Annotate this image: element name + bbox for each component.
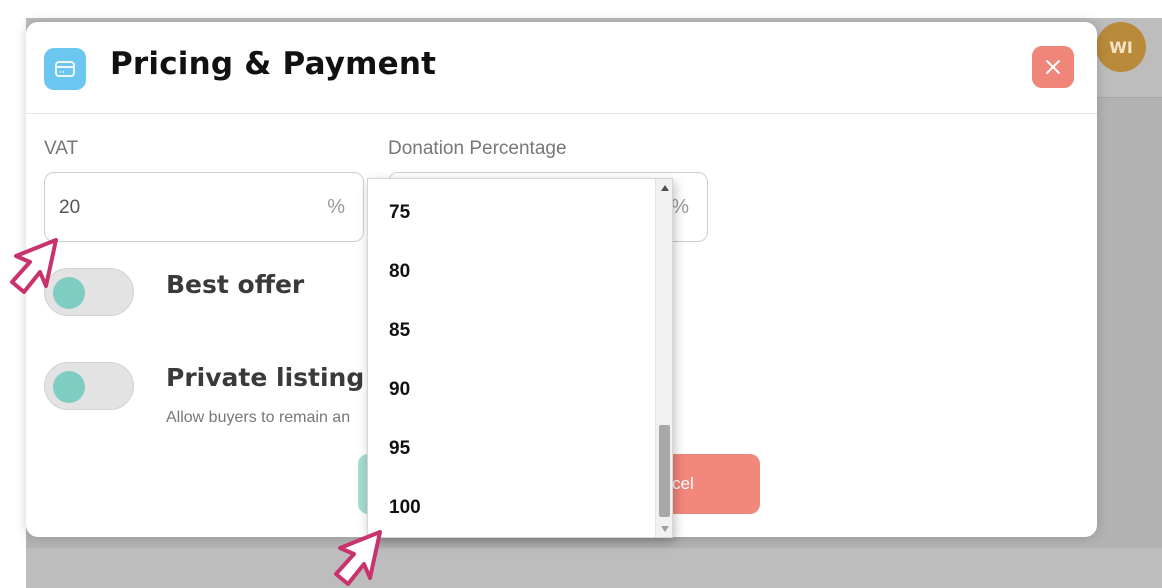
- credit-card-icon: [44, 48, 86, 90]
- donation-label: Donation Percentage: [388, 138, 567, 159]
- donation-percentage-options: 75 80 85 90 95 100: [367, 178, 673, 538]
- background-footer-strip: [26, 548, 1162, 588]
- option-85[interactable]: 85: [389, 320, 410, 342]
- option-100[interactable]: 100: [389, 497, 421, 519]
- modal-header: Pricing & Payment: [26, 22, 1097, 114]
- dropdown-scrollbar[interactable]: [655, 179, 672, 537]
- vat-value: 20: [59, 197, 81, 218]
- pointer-cursor-icon: [10, 238, 58, 294]
- vat-input[interactable]: 20 %: [44, 172, 364, 242]
- vat-percent-suffix: %: [327, 196, 345, 218]
- scrollbar-thumb[interactable]: [659, 425, 670, 517]
- toggle-knob: [53, 371, 85, 403]
- option-95[interactable]: 95: [389, 438, 410, 460]
- modal-title: Pricing & Payment: [110, 46, 437, 82]
- private-listing-helper: Allow buyers to remain an: [166, 409, 351, 426]
- private-listing-toggle[interactable]: [44, 362, 134, 410]
- best-offer-label: Best offer: [166, 270, 305, 299]
- option-75[interactable]: 75: [389, 202, 410, 224]
- scroll-down-icon[interactable]: [656, 520, 672, 537]
- pointer-cursor-icon: [334, 530, 382, 586]
- option-90[interactable]: 90: [389, 379, 410, 401]
- vat-label: VAT: [44, 138, 79, 159]
- private-listing-label: Private listing: [166, 363, 365, 392]
- close-button[interactable]: [1032, 46, 1074, 88]
- close-icon: [1046, 60, 1060, 74]
- user-avatar[interactable]: WI: [1096, 22, 1146, 72]
- donation-percent-suffix: %: [671, 196, 689, 218]
- option-80[interactable]: 80: [389, 261, 410, 283]
- scroll-up-icon[interactable]: [656, 179, 672, 196]
